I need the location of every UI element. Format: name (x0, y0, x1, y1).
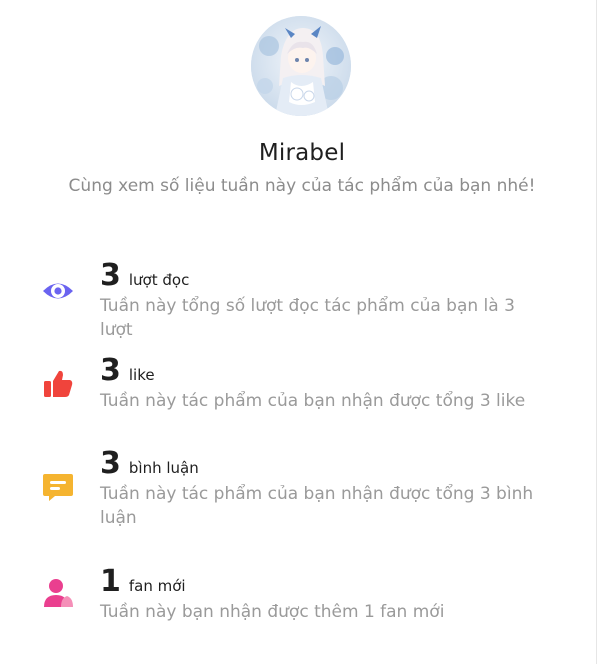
avatar[interactable] (251, 16, 351, 116)
eye-icon (41, 274, 75, 308)
stat-likes-value: 3 (100, 353, 121, 388)
stat-comments-description: Tuần này tác phẩm của bạn nhận được tổng… (100, 484, 534, 528)
stat-fans-heading: 1 fan mới (100, 564, 186, 599)
page-edge-divider (596, 0, 597, 664)
anime-avatar-icon (251, 16, 351, 116)
comment-icon (41, 470, 75, 504)
stat-likes-heading: 3 like (100, 353, 155, 388)
thumbs-up-icon (41, 367, 75, 401)
page-subtitle: Cùng xem số liệu tuần này của tác phẩm c… (68, 176, 536, 196)
stat-comments-unit: bình luận (128, 459, 199, 477)
stat-fans-description: Tuần này bạn nhận được thêm 1 fan mới (100, 602, 445, 622)
stat-comments-value: 3 (100, 446, 121, 481)
stat-reads-value: 3 (100, 258, 121, 293)
user-icon (41, 576, 75, 610)
stat-likes-unit: like (128, 366, 155, 384)
stat-reads-unit: lượt đọc (128, 271, 190, 289)
stat-reads-heading: 3 lượt đọc (100, 258, 189, 293)
stat-reads-description: Tuần này tổng số lượt đọc tác phẩm của b… (100, 296, 515, 340)
username: Mirabel (258, 140, 346, 166)
stat-comments-heading: 3 bình luận (100, 446, 199, 481)
stat-fans-value: 1 (100, 564, 121, 599)
stat-fans-unit: fan mới (128, 577, 186, 595)
stat-likes-description: Tuần này tác phẩm của bạn nhận được tổng… (100, 391, 526, 411)
